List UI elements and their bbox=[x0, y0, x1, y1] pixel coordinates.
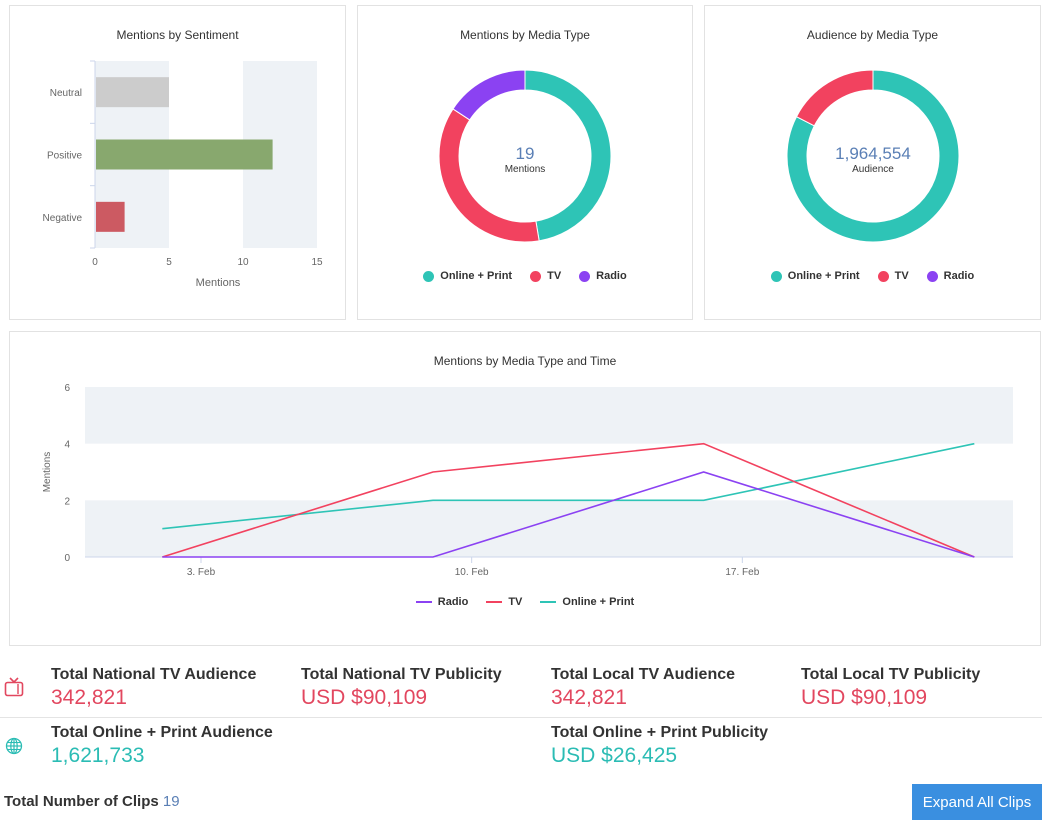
legend-label: Online + Print bbox=[787, 270, 860, 282]
legend-label: TV bbox=[508, 596, 523, 608]
legend-label: Online + Print bbox=[562, 596, 635, 608]
timeline-panel: Mentions by Media Type and Time 0 2 4 6 Ment… bbox=[9, 331, 1041, 646]
mentions-media-panel: Mentions by Media Type 19 Mentions Onlin… bbox=[357, 5, 693, 320]
legend-item-radio[interactable]: Radio bbox=[926, 270, 975, 282]
stat-online-audience: Total Online + Print Audience 1,621,733 bbox=[51, 724, 273, 768]
legend-label: TV bbox=[547, 270, 562, 282]
bar bbox=[96, 139, 273, 170]
globe-icon bbox=[5, 737, 23, 760]
stat-value: USD $90,109 bbox=[301, 686, 428, 709]
clips-value: 19 bbox=[162, 793, 180, 810]
y-tick-label: 0 bbox=[64, 553, 70, 564]
stat-local-tv-audience: Total Local TV Audience 342,821 bbox=[551, 666, 735, 710]
x-tick-label: 10. Feb bbox=[455, 567, 489, 578]
bar bbox=[96, 77, 169, 108]
stat-online-publicity: Total Online + Print Publicity USD $26,4… bbox=[551, 724, 768, 768]
stat-label: Total Online + Print Publicity bbox=[551, 724, 769, 741]
timeline-legend: Radio TV Online + Print bbox=[10, 596, 1040, 608]
stat-value: 342,821 bbox=[51, 686, 127, 709]
donut-slice bbox=[452, 69, 526, 121]
legend-item-online-print[interactable]: Online + Print bbox=[770, 270, 860, 282]
y-axis-label: Mentions bbox=[42, 452, 53, 493]
legend-item-online-print[interactable]: Online + Print bbox=[540, 596, 634, 608]
stat-value: USD $26,425 bbox=[551, 744, 678, 767]
audience-media-panel: Audience by Media Type 1,964,554 Audienc… bbox=[704, 5, 1041, 320]
y-tick-label: 6 bbox=[64, 383, 70, 394]
legend-item-radio[interactable]: Radio bbox=[579, 270, 627, 282]
legend-label: TV bbox=[894, 270, 909, 282]
stat-national-tv-publicity: Total National TV Publicity USD $90,109 bbox=[301, 666, 502, 710]
mentions-media-legend: Online + Print TV Radio bbox=[358, 270, 692, 282]
legend-item-radio[interactable]: Radio bbox=[415, 596, 469, 608]
stat-label: Total National TV Audience bbox=[51, 666, 257, 683]
expand-all-clips-button[interactable]: Expand All Clips bbox=[912, 784, 1042, 820]
donut-slice bbox=[438, 108, 540, 243]
legend-item-online-print[interactable]: Online + Print bbox=[423, 270, 512, 282]
x-axis-label: Mentions bbox=[196, 277, 241, 289]
category-label: Neutral bbox=[50, 88, 82, 99]
audience-center: 1,964,554 Audience bbox=[813, 144, 933, 175]
x-tick-label: 0 bbox=[92, 257, 98, 268]
legend-label: Radio bbox=[596, 270, 627, 282]
x-tick-label: 10 bbox=[237, 257, 249, 268]
legend-item-tv[interactable]: TV bbox=[486, 596, 522, 608]
audience-center-value: 1,964,554 bbox=[835, 144, 911, 163]
stat-label: Total Local TV Audience bbox=[551, 666, 736, 683]
mentions-center-value: 19 bbox=[515, 144, 535, 163]
divider bbox=[0, 717, 1042, 718]
category-label: Negative bbox=[43, 213, 83, 224]
legend-label: Radio bbox=[943, 270, 975, 282]
mentions-center-label: Mentions bbox=[504, 164, 546, 175]
donut-slice bbox=[795, 69, 874, 127]
legend-item-tv[interactable]: TV bbox=[530, 270, 561, 282]
stat-label: Total Local TV Publicity bbox=[801, 666, 981, 683]
x-tick-label: 5 bbox=[166, 257, 172, 268]
tv-icon bbox=[4, 677, 24, 704]
x-tick-label: 3. Feb bbox=[187, 567, 216, 578]
category-label: Positive bbox=[47, 151, 82, 162]
audience-center-label: Audience bbox=[852, 164, 894, 175]
audience-media-legend: Online + Print TV Radio bbox=[705, 270, 1040, 282]
mentions-center: 19 Mentions bbox=[465, 144, 585, 175]
clips-label: Total Number of Clips bbox=[4, 793, 159, 810]
y-tick-label: 4 bbox=[64, 440, 70, 451]
sentiment-panel: Mentions by Sentiment Neutral Positive Neg… bbox=[9, 5, 346, 320]
stat-value: 1,621,733 bbox=[51, 744, 145, 767]
clips-count: Total Number of Clips 19 bbox=[4, 793, 180, 810]
stat-national-tv-audience: Total National TV Audience 342,821 bbox=[51, 666, 256, 710]
legend-item-tv[interactable]: TV bbox=[877, 270, 909, 282]
stat-label: Total Online + Print Audience bbox=[51, 724, 273, 741]
x-tick-label: 15 bbox=[311, 257, 323, 268]
bar bbox=[96, 201, 125, 232]
legend-label: Online + Print bbox=[440, 270, 513, 282]
stat-value: USD $90,109 bbox=[801, 686, 928, 709]
sentiment-chart: Neutral Positive Negative 0 5 10 15 Mentions bbox=[43, 60, 323, 289]
grid-band bbox=[85, 387, 1013, 444]
y-tick-label: 2 bbox=[64, 496, 70, 507]
stat-value: 342,821 bbox=[551, 686, 627, 709]
legend-label: Radio bbox=[437, 596, 469, 608]
grid-band bbox=[85, 500, 1013, 557]
stat-label: Total National TV Publicity bbox=[301, 666, 502, 683]
x-tick-label: 17. Feb bbox=[725, 567, 759, 578]
stat-local-tv-publicity: Total Local TV Publicity USD $90,109 bbox=[801, 666, 980, 710]
